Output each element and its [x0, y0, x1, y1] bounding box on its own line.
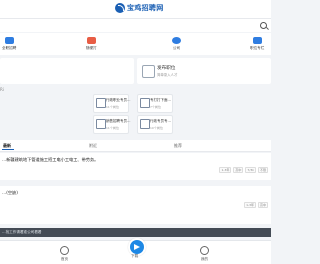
category-card[interactable]: 行政专员专… 10个岗位: [137, 115, 173, 134]
quick-link-parttime[interactable]: 随便打: [86, 37, 97, 51]
category-icon: [140, 98, 150, 108]
job-tags: 1-3年 高中: [244, 202, 268, 208]
list-icon: [252, 37, 262, 44]
left-panel: [0, 58, 134, 84]
category-count: 11个岗位: [106, 126, 119, 130]
job-list-item[interactable]: …(空缺) 1-3年 高中: [0, 186, 271, 224]
app-header: 宝鸡招聘网: [0, 0, 271, 18]
post-job-card[interactable]: 发布职位 简单录入人才: [137, 58, 271, 84]
category-card[interactable]: 销售招聘专员… 11个岗位: [93, 115, 131, 134]
notice-text: …找工作请看准公司看看: [2, 230, 42, 234]
category-count: 7个岗位: [150, 105, 161, 109]
job-title: …新疆建筑地下管道施工招工电小工电工、带劳务。: [2, 157, 99, 162]
quick-link-fulltime[interactable]: 全职招聘: [2, 37, 16, 51]
category-card[interactable]: 行政职业专员… 11个岗位: [93, 94, 131, 113]
category-title: 行政职业专员…: [106, 98, 131, 102]
site-logo[interactable]: 宝鸡招聘网: [115, 3, 164, 13]
category-title: 销售招聘专员…: [106, 119, 131, 123]
quick-links: 全职招聘 随便打 公司 职位专栏: [0, 33, 271, 55]
category-card[interactable]: 专打打下面… 7个岗位: [137, 94, 173, 113]
job-tag: 7/3k: [245, 167, 256, 173]
tab-nearby[interactable]: 附近: [89, 143, 97, 149]
job-tag: 高中: [257, 202, 268, 208]
post-job-subtitle: 简单录入人才: [157, 73, 178, 77]
home-icon: [60, 246, 69, 255]
category-icon: [96, 119, 106, 129]
briefcase-icon: [4, 37, 14, 44]
logo-text: 宝鸡招聘网: [127, 4, 164, 12]
nav-label: 我的: [200, 257, 209, 261]
nav-download-label: 下载: [131, 254, 139, 258]
category-count: 11个岗位: [106, 105, 119, 109]
notice-banner[interactable]: …找工作请看准公司看看: [0, 228, 271, 237]
job-tags: 1-3年 高中 7/3k 不限: [219, 167, 268, 173]
nav-profile[interactable]: 我的: [200, 246, 209, 262]
quick-link-column[interactable]: 职位专栏: [250, 37, 264, 51]
category-title: 行政专员专…: [150, 119, 171, 123]
tab-recommended[interactable]: 推荐: [174, 143, 182, 149]
category-grid: 行政职业专员… 11个岗位 专打打下面… 7个岗位 销售招聘专员… 11个岗位 …: [0, 91, 271, 137]
nav-label: 首页: [60, 257, 69, 261]
job-tag: 1-3年: [219, 167, 232, 173]
active-tab-indicator: [2, 149, 14, 150]
quick-link-label: 随便打: [86, 46, 97, 50]
post-job-icon: [142, 65, 155, 78]
job-tabs: 最新 附近 推荐: [0, 140, 271, 152]
quick-link-label: 公司: [172, 46, 181, 50]
search-bar[interactable]: [0, 18, 271, 32]
post-job-title: 发布职位: [157, 66, 176, 71]
quick-link-label: 职位专栏: [250, 46, 265, 50]
job-tag: 1-3年: [244, 202, 256, 208]
quick-link-company[interactable]: 公司: [172, 37, 181, 51]
document-icon: [86, 37, 96, 44]
user-icon: [200, 246, 209, 255]
job-tag: 高中: [233, 167, 244, 173]
logo-icon: [115, 3, 125, 13]
category-icon: [96, 98, 106, 108]
nav-home[interactable]: 首页: [60, 246, 69, 262]
category-count: 10个岗位: [150, 126, 163, 130]
job-title: …(空缺): [2, 190, 18, 195]
company-icon: [172, 37, 181, 44]
job-list-item[interactable]: …新疆建筑地下管道施工招工电小工电工、带劳务。 1-3年 高中 7/3k 不限: [0, 153, 271, 180]
category-icon: [140, 119, 150, 129]
quick-link-label: 全职招聘: [2, 46, 17, 50]
category-title: 专打打下面…: [150, 98, 171, 102]
search-icon[interactable]: [260, 22, 267, 29]
job-tag: 不限: [257, 167, 268, 173]
